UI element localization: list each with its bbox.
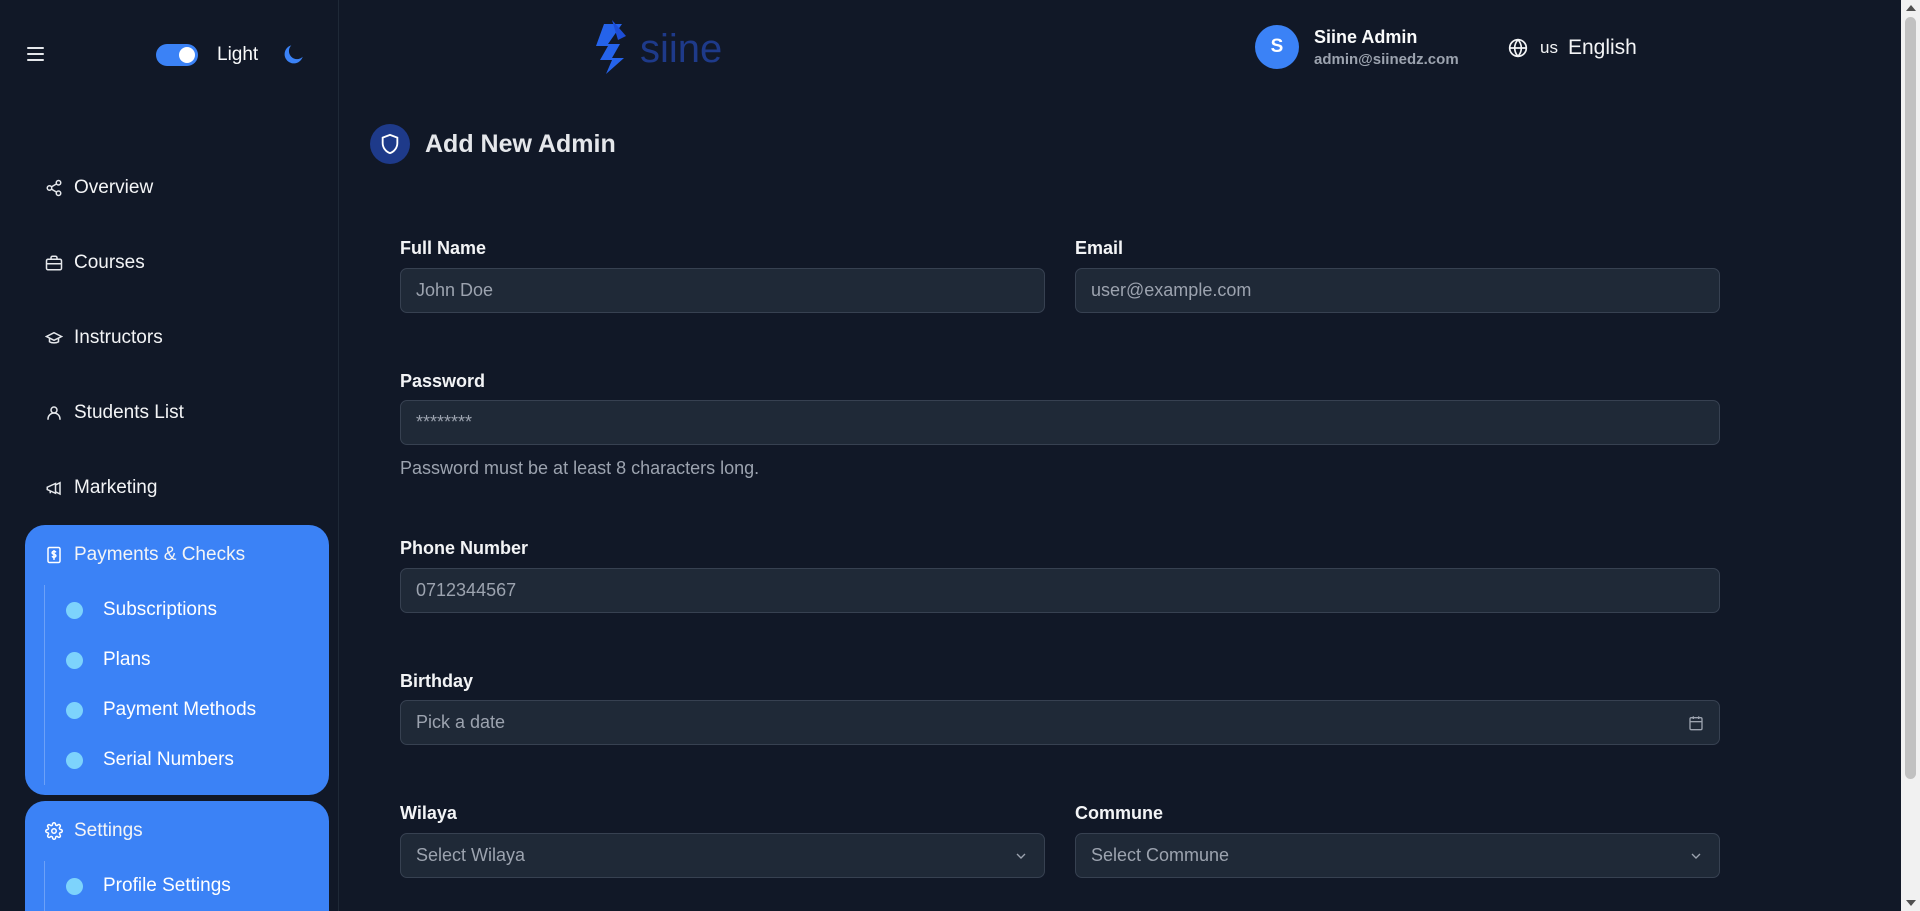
sidebar-group-settings: Settings Profile Settings [25, 801, 329, 911]
sidebar-group-payments: Payments & Checks Subscriptions Plans Pa… [25, 525, 329, 795]
share-icon [46, 179, 62, 196]
commune-select[interactable]: Select Commune [1075, 833, 1720, 878]
page-title: Add New Admin [425, 129, 616, 158]
language-name: English [1567, 36, 1637, 59]
globe-icon [1508, 38, 1528, 58]
sidebar-header: Light [0, 0, 338, 110]
sidebar-item-label: Marketing [74, 476, 158, 498]
theme-label: Light [217, 44, 259, 65]
calendar-icon [1689, 715, 1703, 730]
commune-placeholder: Select Commune [1091, 845, 1230, 865]
sidebar-subitem-label: Subscriptions [103, 599, 218, 620]
sidebar-item-label: Students List [74, 401, 184, 423]
settings-submenu: Profile Settings [44, 861, 329, 911]
wilaya-placeholder: Select Wilaya [416, 845, 526, 865]
scroll-down-icon[interactable] [1906, 900, 1916, 906]
full-name-input[interactable] [400, 268, 1045, 313]
sidebar-subitem-label: Payment Methods [103, 699, 257, 720]
bullet-icon [66, 751, 83, 769]
sidebar-subitem-label: Profile Settings [103, 875, 231, 896]
sidebar-subitem-profile-settings[interactable]: Profile Settings [66, 861, 329, 911]
payments-submenu: Subscriptions Plans Payment Methods Seri… [44, 585, 329, 785]
megaphone-icon [46, 481, 61, 495]
scroll-thumb[interactable] [1905, 17, 1916, 779]
sidebar-item-label: Instructors [74, 326, 163, 348]
menu-icon[interactable] [27, 47, 44, 61]
sidebar-item-label: Payments & Checks [74, 544, 246, 565]
bullet-icon [66, 651, 83, 669]
avatar: S [1255, 25, 1299, 69]
user-icon [47, 405, 61, 420]
sidebar-item-label: Settings [74, 820, 143, 841]
sidebar: Light Overview Courses Instructors Stude… [0, 0, 339, 911]
user-menu[interactable]: S Siine Admin admin@siinedz.com [1255, 25, 1459, 69]
briefcase-icon [45, 255, 63, 270]
sidebar-item-payments-checks[interactable]: Payments & Checks [25, 525, 329, 585]
sidebar-nav: Overview Courses Instructors Students Li… [25, 150, 329, 911]
sidebar-item-students-list[interactable]: Students List [25, 375, 329, 450]
shield-icon [370, 124, 410, 164]
password-hint: Password must be at least 8 characters l… [400, 458, 760, 478]
sidebar-item-instructors[interactable]: Instructors [25, 300, 329, 375]
phone-input[interactable] [400, 568, 1720, 613]
sidebar-subitem-plans[interactable]: Plans [66, 635, 329, 685]
wilaya-select[interactable]: Select Wilaya [400, 833, 1045, 878]
chevron-down-icon [1016, 853, 1026, 859]
language-selector[interactable]: us English [1508, 36, 1637, 60]
birthday-date-picker[interactable]: Pick a date [400, 700, 1720, 745]
language-code: us [1540, 38, 1558, 57]
user-info: Siine Admin admin@siinedz.com [1314, 27, 1459, 68]
sidebar-item-label: Courses [74, 251, 145, 273]
bullet-icon [66, 877, 83, 895]
full-name-label: Full Name [400, 238, 487, 258]
page-header: Add New Admin [370, 124, 616, 164]
moon-icon[interactable] [281, 41, 307, 67]
chevron-down-icon [1691, 853, 1701, 859]
sidebar-item-settings[interactable]: Settings [25, 801, 329, 861]
bullet-icon [66, 601, 83, 619]
theme-toggle[interactable] [156, 44, 198, 66]
commune-label: Commune [1075, 803, 1164, 823]
sidebar-item-courses[interactable]: Courses [25, 225, 329, 300]
email-input[interactable] [1075, 268, 1720, 313]
page-scrollbar[interactable] [1901, 0, 1920, 911]
password-input[interactable] [400, 400, 1720, 445]
birthday-placeholder: Pick a date [416, 712, 506, 732]
sidebar-item-marketing[interactable]: Marketing [25, 450, 329, 525]
user-email: admin@siinedz.com [1314, 50, 1459, 68]
logo-icon: siine [596, 20, 722, 74]
password-label: Password [400, 371, 486, 391]
sidebar-subitem-label: Plans [103, 649, 151, 670]
brand-logo[interactable]: siine [594, 18, 744, 76]
logo-text: siine [640, 27, 722, 71]
sidebar-subitem-payment-methods[interactable]: Payment Methods [66, 685, 329, 735]
bullet-icon [66, 701, 83, 719]
receipt-dollar-icon [47, 546, 61, 564]
birthday-label: Birthday [400, 671, 474, 691]
sidebar-subitem-label: Serial Numbers [103, 749, 234, 770]
user-name: Siine Admin [1314, 26, 1418, 47]
email-label: Email [1075, 238, 1124, 258]
sidebar-item-overview[interactable]: Overview [25, 150, 329, 225]
phone-label: Phone Number [400, 538, 529, 558]
gear-icon [45, 822, 63, 840]
sidebar-subitem-serial-numbers[interactable]: Serial Numbers [66, 735, 329, 785]
wilaya-label: Wilaya [400, 803, 457, 823]
sidebar-item-label: Overview [74, 176, 154, 198]
graduation-cap-icon [45, 331, 63, 344]
scroll-up-icon[interactable] [1906, 5, 1916, 11]
sidebar-subitem-subscriptions[interactable]: Subscriptions [66, 585, 329, 635]
